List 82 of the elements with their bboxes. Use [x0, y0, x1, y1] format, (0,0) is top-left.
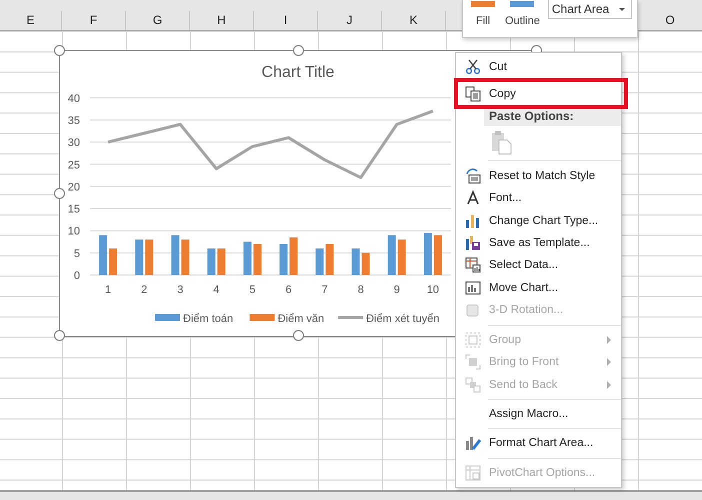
- resize-handle[interactable]: [54, 188, 65, 198]
- bar: [217, 248, 226, 275]
- copy-icon: [464, 86, 480, 102]
- legend-label: Điểm toán: [183, 313, 234, 325]
- outline-button[interactable]: Outline: [501, 0, 544, 30]
- axis-label: 4: [213, 284, 220, 296]
- axis-label: 40: [68, 92, 80, 105]
- column-header[interactable]: G: [126, 11, 190, 30]
- font-icon: [464, 190, 480, 206]
- column-header[interactable]: F: [62, 11, 126, 30]
- bar: [109, 248, 118, 275]
- axis-label: 5: [74, 248, 80, 260]
- pivot-table-icon: [464, 464, 480, 481]
- submenu-arrow-icon: [607, 358, 611, 366]
- move-chart-icon: [464, 280, 480, 296]
- resize-handle[interactable]: [292, 330, 304, 341]
- bar: [253, 244, 262, 275]
- scissors-icon: [464, 59, 480, 76]
- bring-front-icon: [464, 354, 480, 370]
- cube-icon: [464, 302, 480, 318]
- bar: [362, 252, 370, 275]
- save-template-icon: [464, 234, 480, 251]
- axis-label: 8: [358, 284, 364, 296]
- bar: [316, 248, 324, 275]
- bar: [171, 235, 180, 275]
- column-header[interactable]: I: [254, 11, 318, 30]
- axis-label: 2: [141, 284, 148, 296]
- caret-icon: [618, 8, 625, 10]
- submenu-arrow-icon: [607, 336, 611, 344]
- bar: [243, 242, 252, 275]
- reset-style-icon: [464, 168, 480, 184]
- axis-label: 25: [68, 159, 80, 172]
- axis-label: 15: [68, 204, 80, 216]
- bar: [352, 248, 360, 275]
- legend-label: Điểm xét tuyển: [366, 313, 440, 325]
- bar: [280, 244, 288, 275]
- axis-label: 35: [68, 114, 80, 127]
- axis-label: 1: [105, 284, 112, 296]
- bar: [326, 244, 334, 275]
- resize-handle[interactable]: [54, 330, 65, 341]
- axis-label: 10: [68, 226, 80, 238]
- axis-label: 9: [394, 284, 400, 296]
- column-header[interactable]: O: [638, 11, 702, 30]
- fill-button[interactable]: Fill: [467, 0, 499, 30]
- bar: [207, 248, 216, 275]
- select-data-icon: [464, 257, 480, 274]
- axis-label: 0: [74, 270, 80, 282]
- chart-title: Chart Title: [262, 64, 334, 81]
- axis-label: 7: [322, 284, 328, 296]
- resize-handle[interactable]: [54, 45, 65, 56]
- bar: [398, 240, 406, 275]
- bar: [145, 240, 154, 275]
- column-header[interactable]: E: [0, 11, 62, 30]
- legend-label: Điểm văn: [278, 313, 324, 325]
- group-icon: [464, 332, 480, 348]
- axis-label: 6: [285, 284, 292, 296]
- bar: [290, 237, 298, 275]
- resize-handle[interactable]: [292, 45, 304, 56]
- bar: [99, 235, 108, 275]
- bar: [181, 240, 190, 275]
- send-back-icon: [464, 376, 480, 393]
- format-chart-icon: [464, 435, 480, 452]
- column-header[interactable]: J: [318, 11, 382, 30]
- bar: [424, 232, 432, 275]
- bar: [388, 235, 396, 275]
- axis-label: 20: [68, 181, 80, 194]
- submenu-arrow-icon: [607, 380, 611, 389]
- bar-chart-icon: [464, 212, 480, 229]
- axis-label: 30: [68, 137, 80, 150]
- bar: [135, 240, 144, 275]
- menu-item[interactable]: Format Chart Area...: [456, 432, 621, 455]
- legend-swatch: [250, 314, 275, 321]
- menu-item[interactable]: Assign Macro...: [456, 402, 621, 426]
- axis-label: 10: [426, 284, 440, 296]
- bar: [434, 235, 442, 275]
- legend-swatch: [155, 314, 180, 321]
- axis-label: 5: [249, 284, 256, 296]
- chart-element-dropdown[interactable]: Chart Area: [548, 0, 632, 19]
- axis-label: 3: [177, 284, 184, 296]
- legend-line: [338, 316, 364, 319]
- column-header[interactable]: K: [382, 11, 446, 30]
- column-header[interactable]: H: [190, 11, 254, 30]
